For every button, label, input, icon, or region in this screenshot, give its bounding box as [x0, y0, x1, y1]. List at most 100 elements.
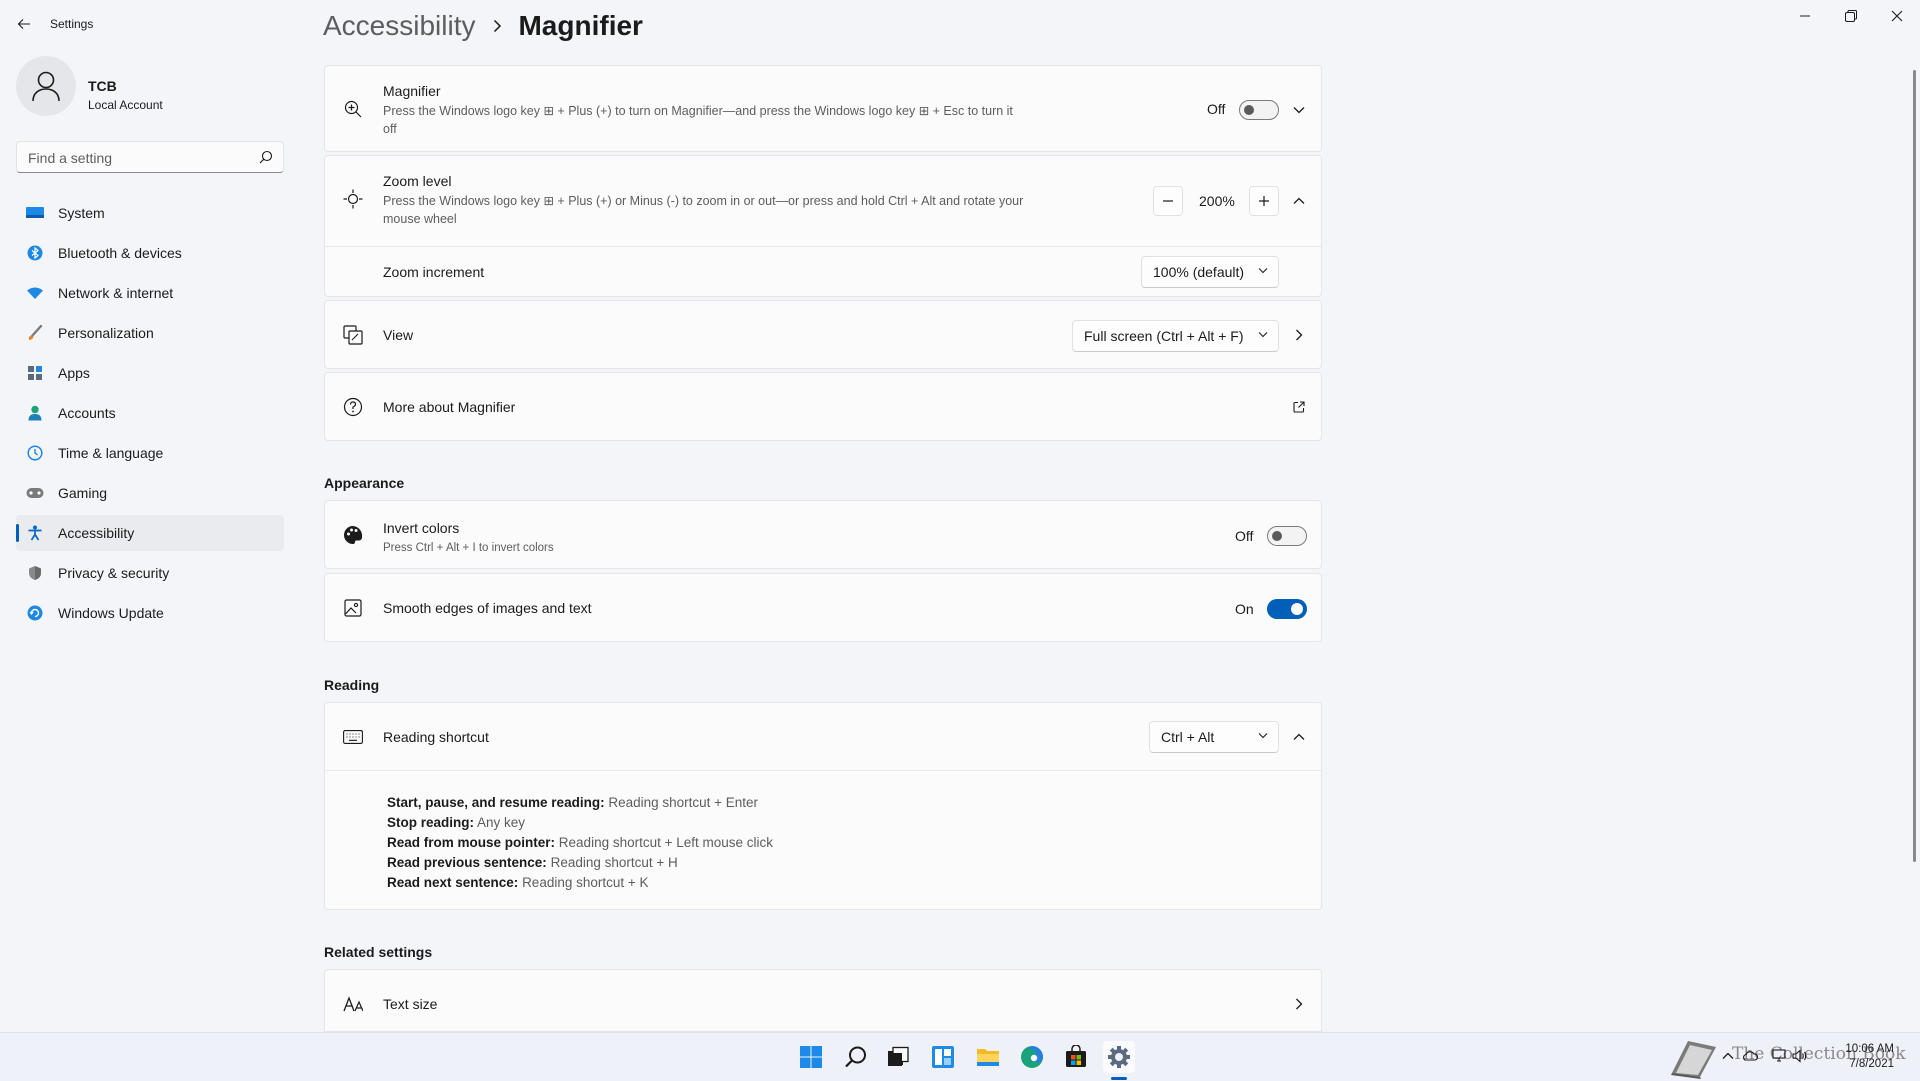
smooth-edges-toggle[interactable]	[1267, 599, 1307, 619]
magnifier-description-line-2: off	[383, 122, 397, 136]
view-mode-icon	[343, 325, 363, 345]
zoom-in-button[interactable]	[1249, 186, 1279, 216]
sidebar: TCB Local Account System Bluetooth & dev…	[0, 48, 300, 1028]
magnifier-description: Press the Windows logo key ⊞ + Plus (+) …	[383, 102, 1113, 138]
search-input[interactable]	[26, 142, 250, 174]
monitor-icon	[26, 204, 44, 222]
task-view-icon[interactable]	[882, 1041, 914, 1073]
reading-line-value: Reading shortcut + H	[550, 855, 678, 870]
restore-button[interactable]	[1828, 0, 1874, 32]
toggle-knob	[1291, 603, 1303, 615]
breadcrumb-parent[interactable]: Accessibility	[323, 10, 475, 42]
zoom-level-description-line-1: Press the Windows logo key ⊞ + Plus (+) …	[383, 194, 1024, 208]
nav-menu: System Bluetooth & devices Network & int…	[16, 195, 284, 635]
smooth-edges-card: Smooth edges of images and text On	[324, 573, 1322, 642]
sidebar-item-label: Apps	[58, 365, 90, 381]
back-arrow-icon	[17, 19, 30, 29]
chevron-down-icon	[1258, 732, 1268, 739]
zoom-increment-title: Zoom increment	[383, 264, 485, 280]
page-title: Magnifier	[518, 10, 643, 41]
magnifier-state-label: Off	[1207, 101, 1226, 117]
magnifier-toggle[interactable]	[1239, 100, 1279, 120]
sidebar-item-privacy-security[interactable]: Privacy & security	[16, 555, 284, 591]
sidebar-item-label: Windows Update	[58, 605, 164, 621]
profile-card[interactable]: TCB Local Account	[16, 56, 286, 120]
zoom-level-value: 200%	[1199, 193, 1235, 209]
back-button[interactable]	[12, 12, 36, 36]
store-icon[interactable]	[1060, 1041, 1092, 1073]
chevron-up-icon[interactable]	[1720, 1048, 1736, 1064]
sidebar-item-label: Accessibility	[58, 525, 135, 541]
sidebar-item-gaming[interactable]: Gaming	[16, 475, 284, 511]
chevron-up-icon[interactable]	[1289, 191, 1309, 211]
sidebar-item-windows-update[interactable]: Windows Update	[16, 595, 284, 631]
brush-icon	[26, 324, 44, 342]
view-mode-dropdown[interactable]: Full screen (Ctrl + Alt + F)	[1072, 320, 1279, 352]
volume-icon[interactable]	[1792, 1048, 1808, 1064]
clock-time: 10:06 AM	[1845, 1043, 1894, 1055]
more-about-magnifier-card[interactable]: More about Magnifier	[324, 372, 1322, 441]
chevron-down-icon	[1258, 331, 1268, 338]
reading-line: Start, pause, and resume reading: Readin…	[387, 793, 773, 813]
chevron-up-icon[interactable]	[1289, 727, 1309, 747]
accessibility-icon	[26, 524, 44, 542]
minimize-button[interactable]	[1782, 0, 1828, 32]
book-logo-icon	[1668, 1035, 1722, 1079]
sidebar-item-system[interactable]: System	[16, 195, 284, 231]
chevron-right-icon	[493, 19, 502, 33]
chevron-down-icon	[1258, 267, 1268, 274]
reading-shortcut-title: Reading shortcut	[383, 729, 489, 745]
sidebar-item-personalization[interactable]: Personalization	[16, 315, 284, 351]
zoom-crosshair-icon	[343, 189, 363, 209]
reading-line: Read from mouse pointer: Reading shortcu…	[387, 833, 773, 853]
sidebar-item-apps[interactable]: Apps	[16, 355, 284, 391]
settings-icon[interactable]	[1103, 1041, 1135, 1073]
text-size-card[interactable]: Text size	[324, 969, 1322, 1032]
search-box[interactable]	[16, 141, 284, 174]
sidebar-item-label: Gaming	[58, 485, 108, 501]
start-icon[interactable]	[795, 1041, 827, 1073]
close-button[interactable]	[1874, 0, 1920, 32]
invert-colors-toggle[interactable]	[1267, 526, 1307, 546]
sidebar-item-label: System	[58, 205, 105, 221]
reading-heading: Reading	[324, 677, 380, 693]
external-link-icon[interactable]	[1289, 397, 1309, 417]
profile-account-type: Local Account	[88, 98, 163, 112]
app-title: Settings	[50, 17, 94, 31]
sidebar-item-label: Time & language	[58, 445, 164, 461]
zoom-level-description-line-2: mouse wheel	[383, 212, 457, 226]
zoom-out-button[interactable]	[1153, 186, 1183, 216]
close-icon	[1891, 10, 1903, 22]
avatar	[16, 56, 76, 116]
sidebar-item-accessibility[interactable]: Accessibility	[16, 515, 284, 551]
divider	[325, 770, 1321, 771]
profile-name: TCB	[88, 78, 117, 94]
smooth-edges-title: Smooth edges of images and text	[383, 600, 592, 616]
edge-icon[interactable]	[1016, 1041, 1048, 1073]
chevron-right-icon[interactable]	[1289, 994, 1309, 1014]
toggle-knob	[1244, 105, 1254, 115]
network-icon[interactable]	[1772, 1048, 1788, 1064]
image-icon	[343, 598, 363, 618]
person-icon	[26, 404, 44, 422]
palette-icon	[343, 525, 363, 545]
sidebar-item-network[interactable]: Network & internet	[16, 275, 284, 311]
chevron-down-icon[interactable]	[1289, 100, 1309, 120]
onedrive-icon[interactable]	[1742, 1048, 1758, 1064]
view-card[interactable]: View Full screen (Ctrl + Alt + F)	[324, 300, 1322, 369]
zoom-increment-dropdown[interactable]: 100% (default)	[1141, 256, 1279, 288]
search-icon[interactable]	[259, 150, 273, 164]
sidebar-item-label: Personalization	[58, 325, 154, 341]
reading-shortcut-list: Start, pause, and resume reading: Readin…	[387, 793, 773, 893]
sidebar-item-accounts[interactable]: Accounts	[16, 395, 284, 431]
search-icon[interactable]	[840, 1041, 872, 1073]
system-clock[interactable]: 10:06 AM 7/8/2021	[1845, 1042, 1894, 1072]
file-explorer-icon[interactable]	[972, 1041, 1004, 1073]
chevron-right-icon[interactable]	[1289, 325, 1309, 345]
widgets-icon[interactable]	[927, 1041, 959, 1073]
scrollbar[interactable]	[1913, 70, 1916, 862]
reading-shortcut-dropdown[interactable]: Ctrl + Alt	[1149, 721, 1279, 753]
sidebar-item-time-language[interactable]: Time & language	[16, 435, 284, 471]
sidebar-item-bluetooth[interactable]: Bluetooth & devices	[16, 235, 284, 271]
plus-icon	[1259, 196, 1269, 206]
